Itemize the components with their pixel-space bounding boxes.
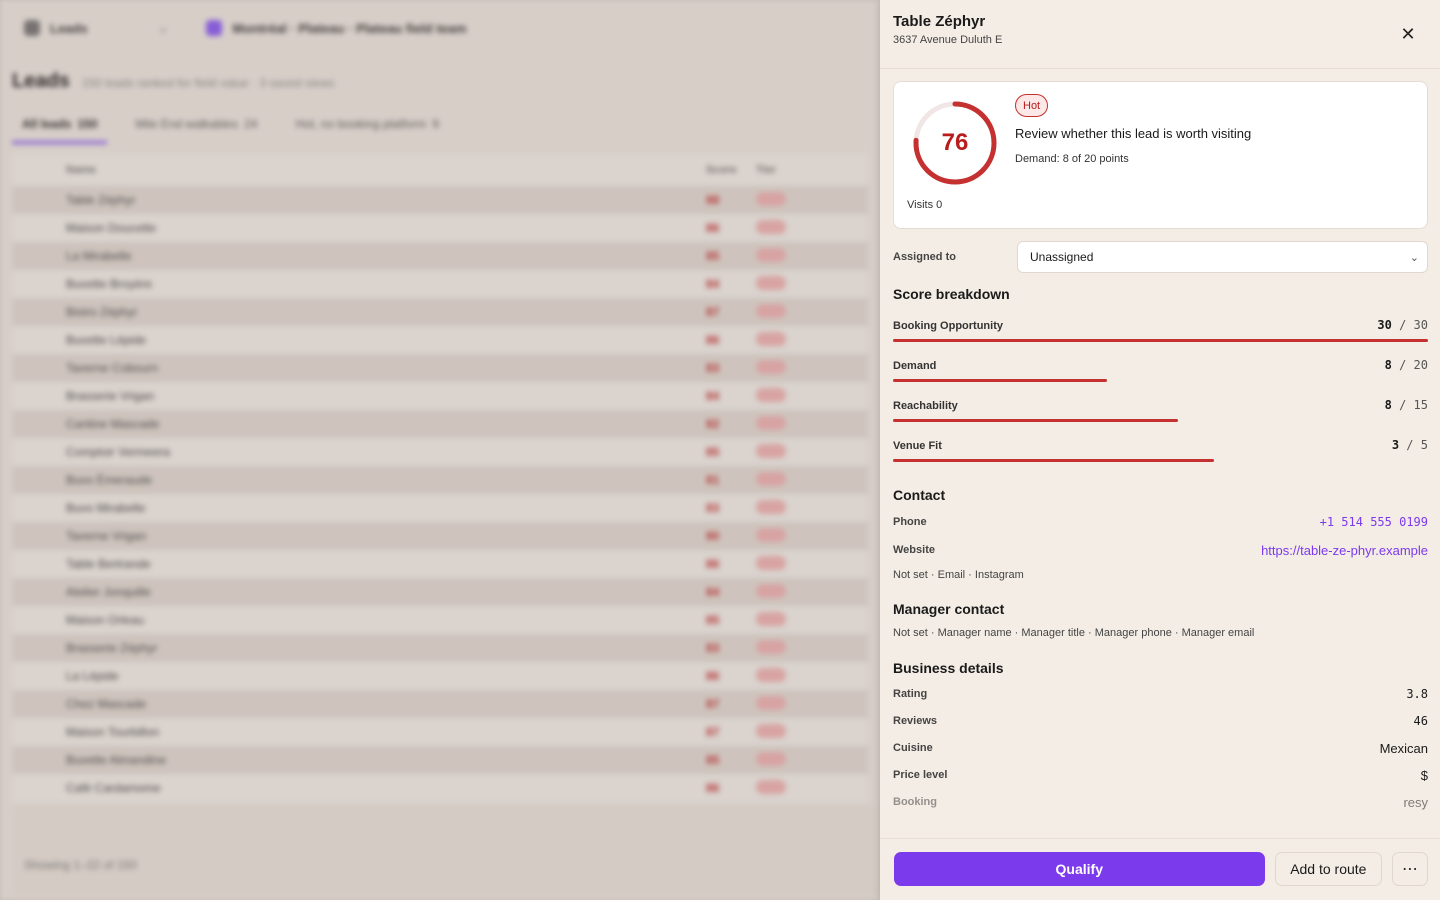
demand-note: Demand: 8 of 20 points: [1015, 153, 1129, 165]
metric-bar-fill: [893, 419, 1179, 422]
website-row: Website https://table-ze-phyr.example: [893, 541, 1428, 559]
score-metric: Reachability 8 / 15: [893, 398, 1428, 422]
tier-badge: Hot: [1015, 94, 1049, 117]
contact-title: Contact: [893, 487, 946, 503]
manager-missing: Not set · Manager name · Manager title ·…: [893, 627, 1255, 639]
assigned-row: Assigned to Unassigned ⌄: [893, 241, 1428, 273]
metric-label: Venue Fit: [893, 440, 942, 452]
close-icon[interactable]: ✕: [1398, 24, 1418, 44]
manager-title: Manager contact: [893, 601, 1005, 617]
phone-link[interactable]: +1 514 555 0199: [1320, 515, 1428, 529]
business-title: Business details: [893, 660, 1004, 676]
contact-missing: Not set · Email · Instagram: [893, 569, 1024, 581]
score-breakdown-title: Score breakdown: [893, 286, 1010, 302]
detail-value: 3.8: [1406, 687, 1428, 701]
assignee-select[interactable]: Unassigned ⌄: [1017, 241, 1428, 273]
metric-bar-fill: [893, 459, 1214, 462]
metric-bar: [893, 419, 1428, 422]
detail-label: Reviews: [893, 715, 938, 727]
panel-footer: Qualify Add to route ⋯: [880, 838, 1440, 900]
business-details-list: Rating 3.8 Reviews 46 Cuisine Mexican Price le…: [893, 685, 1428, 811]
detail-label: Price level: [893, 769, 948, 781]
lead-detail-panel: Table Zéphyr 3637 Avenue Duluth E ✕ 76 V…: [880, 0, 1440, 900]
metric-bar: [893, 379, 1428, 382]
assigned-label: Assigned to: [893, 251, 956, 263]
metric-bar: [893, 459, 1428, 462]
metric-value: 8 / 20: [1384, 358, 1428, 372]
add-to-route-button[interactable]: Add to route: [1274, 852, 1383, 886]
detail-value: Mexican: [1379, 740, 1428, 756]
score-metric: Demand 8 / 20: [893, 358, 1428, 382]
more-options-icon[interactable]: ⋯: [1392, 852, 1428, 886]
metric-label: Booking Opportunity: [893, 320, 1003, 332]
detail-label: Booking: [893, 796, 937, 808]
panel-body: 76 Visits 0 Hot Review whether this lead…: [880, 69, 1440, 838]
detail-value: $: [1420, 767, 1428, 783]
metric-label: Reachability: [893, 400, 958, 412]
score-breakdown-list: Booking Opportunity 30 / 30 Demand 8 / 20 Re…: [893, 318, 1428, 462]
panel-header: Table Zéphyr 3637 Avenue Duluth E ✕: [880, 0, 1440, 69]
metric-bar-fill: [893, 339, 1428, 342]
assignee-value: Unassigned: [1030, 250, 1094, 264]
modal-overlay[interactable]: [0, 0, 880, 900]
score-metric: Booking Opportunity 30 / 30: [893, 318, 1428, 342]
visits-count: Visits 0: [907, 199, 943, 211]
business-row: Booking resy: [893, 793, 1428, 811]
website-link[interactable]: https://table-ze-phyr.example: [1261, 543, 1428, 558]
metric-bar: [893, 339, 1428, 342]
detail-label: Rating: [893, 688, 928, 700]
score-card: 76 Visits 0 Hot Review whether this lead…: [893, 81, 1428, 229]
website-label: Website: [893, 544, 935, 556]
phone-label: Phone: [893, 516, 927, 528]
metric-label: Demand: [893, 360, 937, 372]
business-row: Rating 3.8: [893, 685, 1428, 703]
qualify-button[interactable]: Qualify: [894, 852, 1265, 886]
detail-label: Cuisine: [893, 742, 933, 754]
score-value: 76: [941, 129, 969, 156]
detail-value: 46: [1413, 714, 1428, 728]
phone-row: Phone +1 514 555 0199: [893, 513, 1428, 531]
metric-value: 8 / 15: [1384, 398, 1428, 412]
metric-value: 3 / 5: [1391, 438, 1428, 452]
business-row: Reviews 46: [893, 712, 1428, 730]
lead-name: Table Zéphyr: [893, 13, 986, 30]
chevron-down-icon: ⌄: [1409, 251, 1419, 264]
metric-value: 30 / 30: [1377, 318, 1428, 332]
score-verdict: Review whether this lead is worth visiti…: [1015, 126, 1252, 141]
lead-address: 3637 Avenue Duluth E: [893, 34, 1003, 46]
score-metric: Venue Fit 3 / 5: [893, 438, 1428, 462]
business-row: Cuisine Mexican: [893, 739, 1428, 757]
metric-bar-fill: [893, 379, 1107, 382]
detail-value: resy: [1403, 794, 1428, 810]
business-row: Price level $: [893, 766, 1428, 784]
